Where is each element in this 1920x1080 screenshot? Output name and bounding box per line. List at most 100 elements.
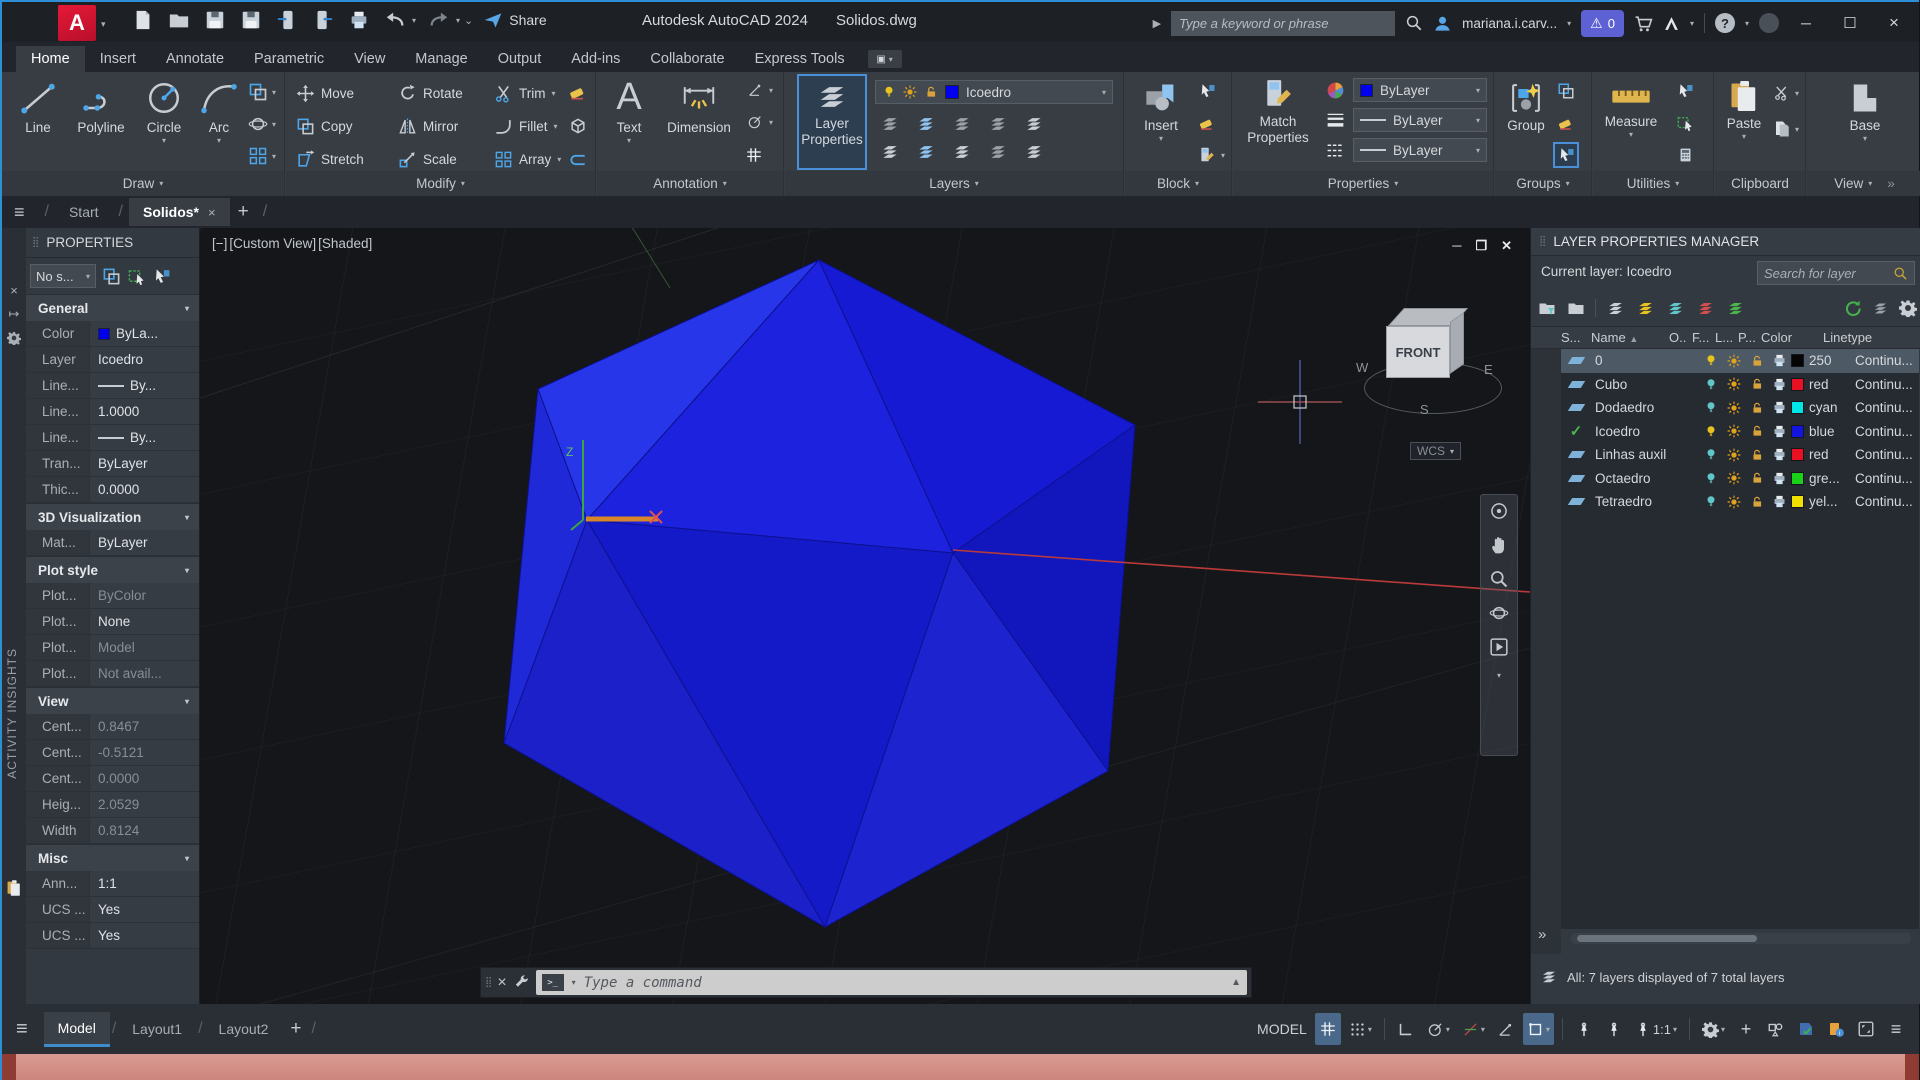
panel-label-utilities[interactable]: Utilities▾: [1593, 171, 1713, 196]
layer-lock-icon[interactable]: [1745, 377, 1768, 391]
linetype-icon[interactable]: [1325, 140, 1346, 161]
undo-chevron-icon[interactable]: ▾: [412, 16, 416, 25]
scale-button[interactable]: Scale: [398, 150, 457, 169]
drawing-canvas[interactable]: Z: [200, 228, 1530, 1004]
layer-linetype[interactable]: Continu...: [1855, 471, 1913, 486]
workspace-switching-button[interactable]: ▾: [1698, 1013, 1729, 1045]
select-objects-icon[interactable]: [127, 267, 146, 286]
command-customize-icon[interactable]: [513, 974, 530, 991]
linear-dimension-button[interactable]: ▾: [745, 82, 773, 98]
graphics-performance-button[interactable]: [1793, 1013, 1819, 1045]
apps-chevron-icon[interactable]: ▾: [1690, 19, 1694, 28]
new-drawing-icon[interactable]: [130, 7, 156, 33]
property-value[interactable]: 1:1: [90, 871, 199, 896]
viewcube-front-face[interactable]: FRONT: [1386, 326, 1450, 378]
hardware-acceleration-button[interactable]: [1823, 1013, 1849, 1045]
customize-qat-chevron-icon[interactable]: ⌄: [464, 14, 473, 27]
maximize-button[interactable]: ☐: [1833, 8, 1867, 38]
panel-label-properties[interactable]: Properties▾: [1233, 171, 1493, 196]
table-button[interactable]: [745, 146, 763, 164]
property-value[interactable]: ByLayer: [90, 530, 199, 555]
quick-select-button[interactable]: [1675, 82, 1695, 100]
property-value[interactable]: 1.0000: [90, 399, 199, 424]
panel-label-block[interactable]: Block▾: [1125, 171, 1231, 196]
ellipse-button[interactable]: ▾: [248, 114, 276, 134]
viewcube-east[interactable]: E: [1484, 362, 1493, 377]
layer-on-bulb-icon[interactable]: [1699, 494, 1722, 509]
search-collapse-icon[interactable]: ▶: [1153, 17, 1161, 30]
user-menu-chevron-icon[interactable]: ▾: [1567, 19, 1571, 28]
leader-button[interactable]: ▾: [745, 114, 773, 130]
open-drawing-icon[interactable]: [166, 7, 192, 33]
layer-on-bulb-icon[interactable]: [1699, 447, 1722, 462]
save-icon[interactable]: [202, 7, 228, 33]
cut-button[interactable]: ▾: [1773, 84, 1799, 102]
layer-row-icoedro[interactable]: ✓IcoedroblueContinu...: [1561, 420, 1919, 444]
property-value[interactable]: ByLayer: [90, 451, 199, 476]
viewport-minimize-icon[interactable]: ─: [1452, 238, 1461, 254]
file-tabs-menu-icon[interactable]: ≡: [14, 202, 25, 223]
palette-settings-icon[interactable]: [2, 326, 26, 350]
isometric-drafting-toggle[interactable]: ▾: [1458, 1013, 1489, 1045]
rectangle-button[interactable]: ▾: [248, 82, 276, 102]
linetype-dropdown[interactable]: ByLayer▾: [1353, 138, 1487, 162]
app-menu-chevron-icon[interactable]: ▾: [101, 19, 106, 30]
group-edit-button[interactable]: [1557, 114, 1575, 132]
layer-plot-icon[interactable]: [1768, 353, 1791, 368]
panel-label-view[interactable]: View▾»: [1807, 171, 1920, 196]
base-button[interactable]: Base▾: [1837, 80, 1893, 143]
stretch-button[interactable]: Stretch: [296, 150, 364, 169]
col-name[interactable]: Name ▲: [1591, 330, 1669, 345]
layer-row-tetraedro[interactable]: Tetraedroyel...Continu...: [1561, 490, 1919, 514]
col-plot[interactable]: P...: [1738, 330, 1761, 345]
layer-on-bulb-icon[interactable]: [1699, 353, 1722, 368]
layer-freeze-sun-icon[interactable]: [1722, 354, 1745, 368]
property-value[interactable]: None: [90, 609, 199, 634]
ribbon-tab-view[interactable]: View: [339, 46, 400, 72]
properties-palette-header[interactable]: ⣿PROPERTIES: [26, 228, 199, 258]
lineweight-dropdown[interactable]: ByLayer▾: [1353, 108, 1487, 132]
layer-freeze-icon[interactable]: [951, 114, 973, 134]
property-value[interactable]: Yes: [90, 897, 199, 922]
layer-settings-toggle-icon[interactable]: [1871, 300, 1890, 317]
trim-button[interactable]: Trim▾: [494, 84, 556, 103]
ribbon-tab-parametric[interactable]: Parametric: [239, 46, 339, 72]
layer-freeze-sun-icon[interactable]: [1722, 495, 1745, 509]
grid-toggle[interactable]: [1315, 1013, 1341, 1045]
plot-icon[interactable]: [346, 7, 372, 33]
drawing-viewport[interactable]: Z [−] [Custom View] [Shaded] ─ ❐: [200, 228, 1530, 1004]
layer-freeze-sun-icon[interactable]: [1722, 401, 1745, 415]
property-value[interactable]: ByColor: [90, 583, 199, 608]
layer-color-cell[interactable]: red: [1791, 447, 1855, 462]
move-button[interactable]: Move: [296, 84, 354, 103]
col-linetype[interactable]: Linetype: [1823, 330, 1872, 345]
edit-attributes-button[interactable]: ▾: [1197, 146, 1225, 164]
property-value[interactable]: ByLa...: [90, 321, 199, 346]
section-header-view[interactable]: View▾: [26, 687, 199, 714]
match-properties-button[interactable]: Match Properties: [1239, 76, 1317, 145]
feedback-icon[interactable]: [1759, 13, 1779, 33]
layer-freeze-sun-icon[interactable]: [1722, 448, 1745, 462]
layer-prev-icon[interactable]: [1023, 142, 1045, 162]
layer-lock-icon[interactable]: [987, 114, 1009, 134]
object-color-dropdown[interactable]: ByLayer▾: [1353, 78, 1487, 102]
command-input[interactable]: >_ ▾ Type a command ▲: [536, 970, 1247, 995]
col-freeze[interactable]: F...: [1692, 330, 1715, 345]
layer-lock-icon[interactable]: [1745, 495, 1768, 509]
file-tab-start[interactable]: Start: [55, 198, 113, 226]
layer-unlock-icon[interactable]: [987, 142, 1009, 162]
insert-block-button[interactable]: Insert▾: [1133, 80, 1189, 143]
ungroup-button[interactable]: [1557, 82, 1575, 100]
layer-color-cell[interactable]: red: [1791, 377, 1855, 392]
group-selection-toggle[interactable]: [1555, 144, 1577, 166]
new-file-tab-button[interactable]: +: [238, 201, 249, 223]
new-layer-frozen-icon[interactable]: [1665, 299, 1686, 318]
property-value[interactable]: 0.0000: [90, 766, 199, 791]
navbar-chevron-icon[interactable]: ▾: [1497, 671, 1501, 680]
col-on[interactable]: O..: [1669, 330, 1692, 345]
save-to-web-icon[interactable]: [310, 7, 336, 33]
layer-row-cubo[interactable]: CuboredContinu...: [1561, 373, 1919, 397]
quick-select-icon[interactable]: [152, 267, 171, 286]
group-button[interactable]: Group: [1501, 80, 1551, 133]
viewcube-west[interactable]: W: [1356, 360, 1368, 375]
